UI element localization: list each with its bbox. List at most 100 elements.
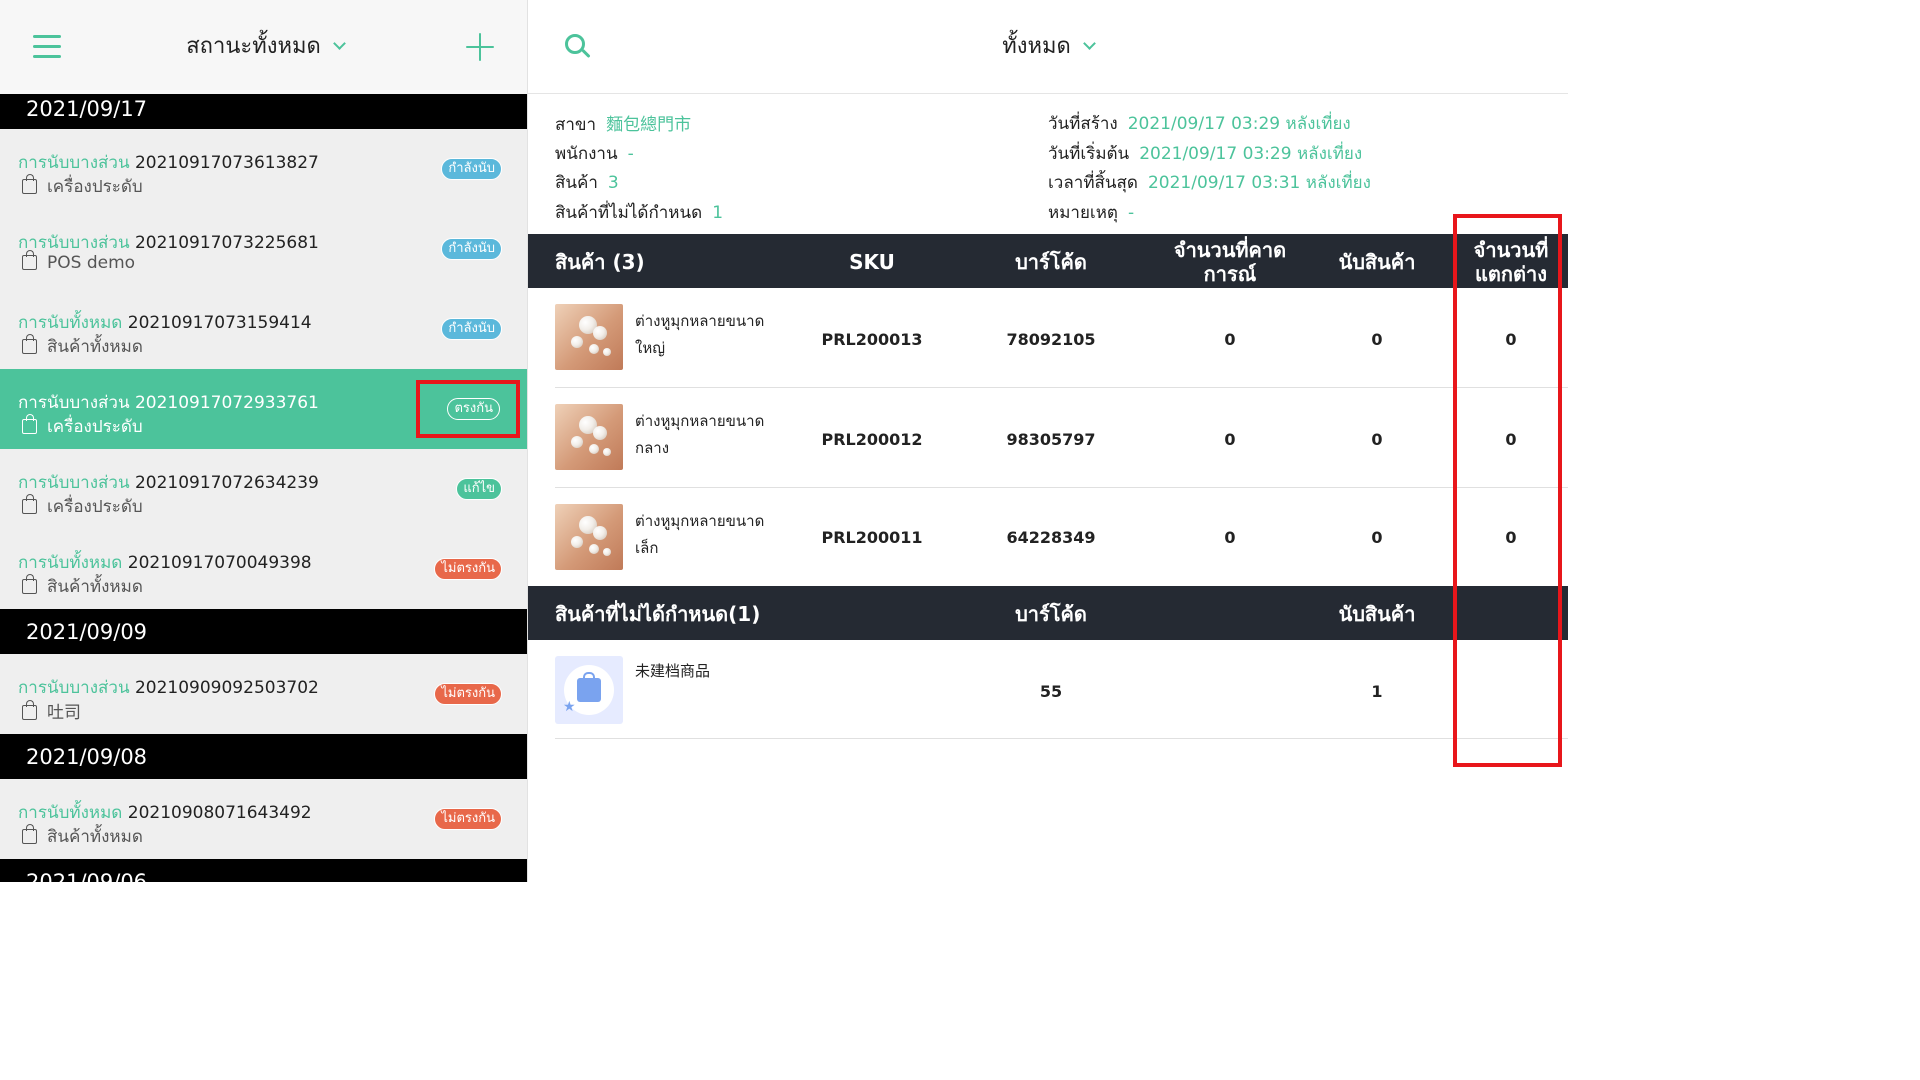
- shopping-bag-icon: [22, 334, 37, 354]
- shopping-bag-icon: [577, 672, 601, 702]
- add-count-icon[interactable]: [466, 33, 494, 61]
- branch-value: 麵包總門市: [606, 115, 692, 135]
- count-list-item[interactable]: การนับทั้งหมด 20210917070049398 สินค้าทั…: [0, 529, 527, 609]
- status-filter-label: สถานะทั้งหมด: [186, 34, 321, 59]
- created-value: 2021/09/17 03:29 หลังเที่ยง: [1127, 114, 1351, 134]
- undefined-product-row[interactable]: ★ 未建档商品 55 1: [555, 640, 1568, 739]
- ended-info: เวลาที่สิ้นสุด 2021/09/17 03:31 หลังเที่ย…: [1048, 169, 1371, 196]
- product-counted: 0: [1371, 430, 1383, 449]
- col-undefined-barcode: บาร์โค้ด: [1015, 602, 1087, 626]
- search-icon[interactable]: [565, 34, 591, 60]
- count-category: เครื่องประดับ: [47, 177, 143, 197]
- undefined-info: สินค้าที่ไม่ได้กำหนด 1: [555, 199, 723, 226]
- count-list-panel: สถานะทั้งหมด 2021/09/17 การนับบางส่วน 20…: [0, 0, 528, 882]
- status-filter-dropdown[interactable]: สถานะทั้งหมด: [120, 30, 410, 64]
- product-row[interactable]: ต่างหูมุกหลายขนาด กลาง PRL200012 98305797…: [555, 388, 1568, 488]
- undefined-product-name: 未建档商品: [635, 662, 711, 680]
- shopping-bag-icon: [22, 700, 37, 720]
- products-label: สินค้า: [555, 173, 598, 193]
- count-list-item[interactable]: การนับทั้งหมด 20210908071643492 สินค้าทั…: [0, 779, 527, 859]
- product-sku: PRL200012: [821, 430, 923, 449]
- count-category: สินค้าทั้งหมด: [47, 337, 143, 357]
- col-product: สินค้า (3): [555, 250, 645, 274]
- started-label: วันที่เริ่มต้น: [1048, 144, 1130, 164]
- shopping-bag-icon: [22, 494, 37, 514]
- date-header: 2021/09/09: [0, 609, 527, 654]
- created-info: วันที่สร้าง 2021/09/17 03:29 หลังเที่ยง: [1048, 110, 1351, 137]
- count-category: 吐司: [47, 703, 81, 723]
- count-kind: การนับทั้งหมด: [18, 553, 123, 573]
- col-sku: SKU: [849, 250, 895, 274]
- product-row[interactable]: ต่างหูมุกหลายขนาด ใหญ่ PRL200013 78092105…: [555, 288, 1568, 388]
- staff-info: พนักงาน -: [555, 140, 634, 167]
- ended-label: เวลาที่สิ้นสุด: [1048, 173, 1138, 193]
- product-name: ต่างหูมุกหลายขนาด ใหญ่: [635, 312, 765, 357]
- product-thumbnail: [555, 404, 623, 470]
- count-list-item[interactable]: การนับทั้งหมด 20210917073159414 สินค้าทั…: [0, 289, 527, 369]
- col-undefined-product: สินค้าที่ไม่ได้กำหนด(1): [555, 602, 761, 626]
- count-category: สินค้าทั้งหมด: [47, 577, 143, 597]
- product-expected: 0: [1224, 330, 1236, 349]
- staff-value: -: [627, 144, 634, 164]
- highlight-box-status: [416, 380, 520, 438]
- branch-info: สาขา 麵包總門市: [555, 110, 691, 138]
- product-row[interactable]: ต่างหูมุกหลายขนาด เล็ก PRL200011 64228349…: [555, 488, 1568, 586]
- undefined-value: 1: [712, 203, 724, 223]
- product-name: ต่างหูมุกหลายขนาด เล็ก: [635, 512, 765, 557]
- count-detail-panel: ทั้งหมด สาขา 麵包總門市 พนักงาน - สินค้า 3 สินค้…: [528, 0, 1568, 882]
- count-list-item[interactable]: การนับบางส่วน 20210917073613827 เครื่องป…: [0, 129, 527, 209]
- product-filter-dropdown[interactable]: ทั้งหมด: [918, 30, 1178, 64]
- count-kind: การนับทั้งหมด: [18, 803, 123, 823]
- count-list-item[interactable]: การนับบางส่วน 20210917073225681 POS demo…: [0, 209, 527, 289]
- started-info: วันที่เริ่มต้น 2021/09/17 03:29 หลังเที่ย…: [1048, 140, 1362, 167]
- shopping-bag-icon: [22, 574, 37, 594]
- status-badge: ไม่ตรงกัน: [434, 683, 502, 705]
- count-code: 20210917070049398: [127, 553, 312, 573]
- undefined-table-header: สินค้าที่ไม่ได้กำหนด(1) บาร์โค้ด นับสินค…: [528, 586, 1568, 640]
- count-code: 20210917072634239: [134, 473, 319, 493]
- count-list-item[interactable]: การนับบางส่วน 20210909092503702 吐司 ไม่ตร…: [0, 654, 527, 734]
- product-counted: 0: [1371, 330, 1383, 349]
- status-badge: ไม่ตรงกัน: [434, 808, 502, 830]
- product-expected: 0: [1224, 528, 1236, 547]
- status-badge: กำลังนับ: [441, 318, 502, 340]
- col-barcode: บาร์โค้ด: [1015, 250, 1087, 274]
- product-barcode: 64228349: [1006, 528, 1096, 547]
- ended-value: 2021/09/17 03:31 หลังเที่ยง: [1147, 173, 1371, 193]
- note-label: หมายเหตุ: [1048, 203, 1118, 223]
- hamburger-menu-icon[interactable]: [33, 35, 61, 59]
- count-code: 20210917073613827: [134, 153, 319, 173]
- undefined-product-barcode: 55: [1039, 682, 1063, 701]
- count-kind: การนับบางส่วน: [18, 473, 130, 493]
- left-header: สถานะทั้งหมด: [0, 0, 527, 94]
- col-undefined-counted: นับสินค้า: [1338, 602, 1416, 626]
- count-kind: การนับบางส่วน: [18, 233, 130, 253]
- count-category: เครื่องประดับ: [47, 497, 143, 517]
- product-barcode: 78092105: [1006, 330, 1096, 349]
- col-expected: จำนวนที่คาด การณ์: [1173, 238, 1287, 286]
- count-code: 20210917072933761: [134, 393, 319, 413]
- date-header: 2021/09/08: [0, 734, 527, 779]
- created-label: วันที่สร้าง: [1048, 114, 1118, 134]
- count-kind: การนับทั้งหมด: [18, 313, 123, 333]
- count-code: 20210909092503702: [134, 678, 319, 698]
- date-header: 2021/09/06: [0, 859, 527, 882]
- shopping-bag-icon: [22, 250, 37, 270]
- count-code: 20210917073225681: [134, 233, 319, 253]
- count-category: เครื่องประดับ: [47, 417, 143, 437]
- count-list-item[interactable]: การนับบางส่วน 20210917072634239 เครื่องป…: [0, 449, 527, 529]
- status-badge: ไม่ตรงกัน: [434, 558, 502, 580]
- count-code: 20210917073159414: [127, 313, 312, 333]
- shopping-bag-icon: [22, 824, 37, 844]
- count-category: สินค้าทั้งหมด: [47, 827, 143, 847]
- product-table-header: สินค้า (3) SKU บาร์โค้ด จำนวนที่คาด การณ์…: [528, 234, 1568, 288]
- status-badge: กำลังนับ: [441, 238, 502, 260]
- status-badge: แก้ไข: [456, 478, 502, 500]
- product-sku: PRL200011: [821, 528, 923, 547]
- started-value: 2021/09/17 03:29 หลังเที่ยง: [1139, 144, 1363, 164]
- highlight-box-difference-column: [1453, 214, 1562, 767]
- undefined-product-counted: 1: [1371, 682, 1383, 701]
- products-value: 3: [607, 173, 619, 193]
- shopping-bag-icon: [22, 174, 37, 194]
- product-sku: PRL200013: [821, 330, 923, 349]
